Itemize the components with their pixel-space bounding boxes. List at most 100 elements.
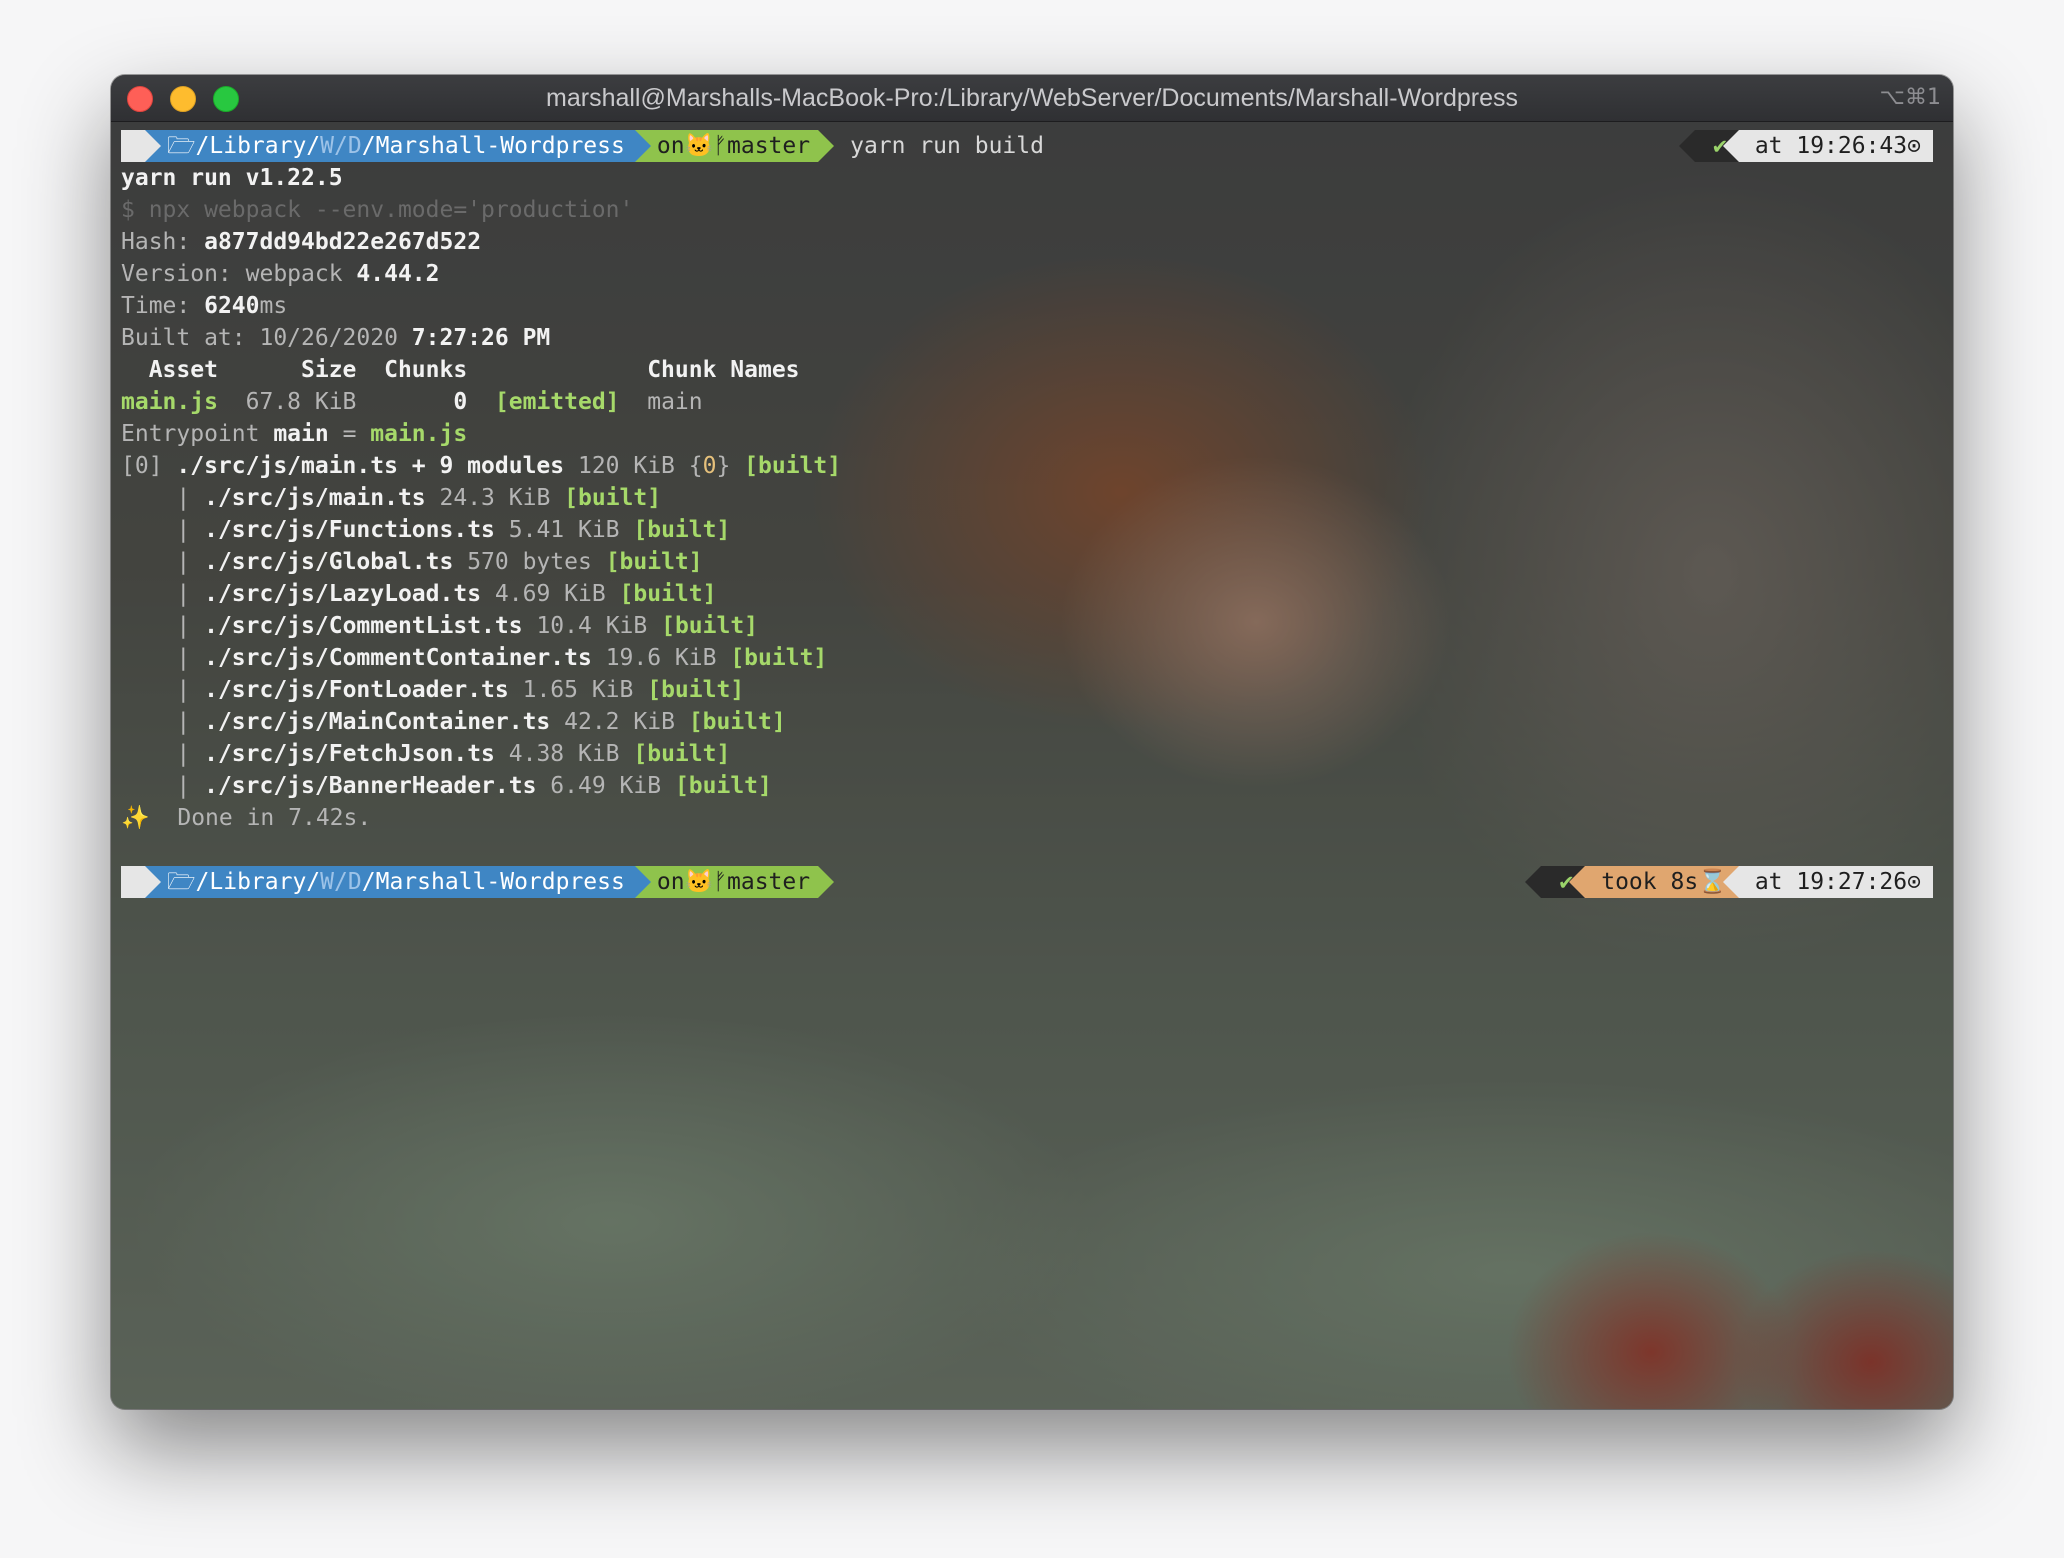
duration-segment: took 8s ⌛ [1585, 866, 1739, 898]
module-file: ./src/js/LazyLoad.ts [204, 581, 482, 607]
clock-icon: ⊙ [1907, 133, 1921, 159]
module-file-status: [built] [647, 677, 745, 703]
time-segment: at 19:27:26 ⊙ [1738, 866, 1933, 898]
module-file: ./src/js/CommentContainer.ts [204, 645, 592, 671]
module-file-size: 570 bytes [467, 549, 592, 575]
module-row: | ./src/js/BannerHeader.ts 6.49 KiB [bui… [121, 773, 772, 799]
prompt-line-2[interactable]: 🗁 /Library/W / D / Marshall-Wordpress on 🐱 ᚠ … [121, 866, 1933, 898]
segment-arrow [1722, 866, 1739, 898]
module-file-size: 10.4 KiB [536, 613, 648, 639]
path-abbrev-d: D [347, 133, 362, 159]
module-file-size: 1.65 KiB [522, 677, 634, 703]
asset-chunk-name: main [647, 389, 703, 415]
github-icon: 🐱 [684, 869, 714, 895]
took-time: took 8s [1601, 869, 1699, 895]
module-file-size: 4.38 KiB [508, 741, 620, 767]
asset-row: main.js 67.8 KiB 0 [emitted] main [121, 386, 1933, 418]
path-sep: / [334, 133, 348, 159]
module-close: } [716, 453, 745, 479]
module-file: ./src/js/FontLoader.ts [204, 677, 509, 703]
entry-main: main [273, 421, 329, 447]
minimize-button[interactable] [170, 86, 196, 112]
path-dir: Marshall-Wordpress [375, 869, 625, 895]
branch-icon: ᚠ [713, 869, 727, 895]
segment-arrow [145, 866, 161, 898]
time-line: Time: 6240ms [121, 290, 1933, 322]
hash-label: Hash: [121, 229, 205, 255]
folder-icon: 🗁 [167, 133, 196, 159]
module-file-status: [built] [730, 645, 828, 671]
time-label: Time: [121, 293, 205, 319]
segment-arrow [634, 866, 651, 898]
module-chunk: 0 [702, 453, 717, 479]
module-size: 120 KiB { [564, 453, 703, 479]
module-row: | ./src/js/CommentContainer.ts 19.6 KiB … [121, 645, 828, 671]
entry-eq: = [328, 421, 371, 447]
segment-arrow [1722, 130, 1739, 162]
module-file-status: [built] [605, 549, 703, 575]
segment-arrow [634, 130, 651, 162]
module-file-status: [built] [564, 485, 662, 511]
sparkles-icon: ✨ [121, 805, 150, 831]
version-line: Version: webpack 4.44.2 [121, 258, 1933, 290]
asset-table-header: Asset Size Chunks Chunk Names [121, 357, 800, 383]
path-root: /Library/ [195, 133, 321, 159]
segment-arrow [818, 866, 835, 898]
done-text: Done in 7.42s. [177, 805, 372, 831]
module-row: | ./src/js/FontLoader.ts 1.65 KiB [built… [121, 677, 745, 703]
module-file-status: [built] [633, 517, 731, 543]
module-file-size: 42.2 KiB [564, 709, 675, 735]
module-file: ./src/js/main.ts [204, 485, 426, 511]
time-segment: at 19:26:43 ⊙ [1738, 130, 1933, 162]
module-file: ./src/js/Global.ts [204, 549, 454, 575]
yarn-version-line: yarn run v1.22.5 [121, 165, 343, 191]
git-branch: master [727, 869, 811, 895]
module-file-status: [built] [619, 581, 717, 607]
module-row: | ./src/js/Global.ts 570 bytes [built] [121, 549, 703, 575]
version-value: 4.44.2 [356, 261, 440, 287]
hash-line: Hash: a877dd94bd22e267d522 [121, 226, 1933, 258]
git-on: on [656, 133, 685, 159]
prompt-line-1: 🗁 /Library/W / D / Marshall-Wordpress on 🐱 ᚠ … [121, 130, 1933, 162]
done-line: ✨ Done in 7.42s. [121, 802, 1933, 834]
module-file: ./src/js/Functions.ts [204, 517, 495, 543]
right-prompt-2: ✔ took 8s ⌛ at 19:27:26 ⊙ [1525, 866, 1933, 898]
git-segment: on 🐱 ᚠ master [634, 866, 819, 898]
asset-size: 67.8 KiB [217, 389, 454, 415]
path-dir: Marshall-Wordpress [375, 133, 625, 159]
git-on: on [656, 869, 685, 895]
prompt-time: at 19:26:43 [1754, 133, 1908, 159]
close-button[interactable] [127, 86, 153, 112]
command-text: yarn run build [850, 133, 1044, 159]
asset-emitted: [emitted] [494, 389, 620, 415]
segment-arrow [818, 130, 835, 162]
segment-arrow [1525, 866, 1542, 898]
module-file: ./src/js/FetchJson.ts [204, 741, 495, 767]
module-file-size: 24.3 KiB [439, 485, 551, 511]
asset-chunk: 0 [453, 389, 468, 415]
built-label: Built at: 10/26/2020 [121, 325, 412, 351]
npx-command-line: $ npx webpack --env.mode='production' [121, 197, 634, 223]
time-unit: ms [259, 293, 288, 319]
terminal-output: 🗁 /Library/W / D / Marshall-Wordpress on 🐱 ᚠ … [121, 130, 1933, 898]
zoom-button[interactable] [213, 86, 239, 112]
module-file-size: 19.6 KiB [605, 645, 717, 671]
asset-name: main.js [121, 389, 218, 415]
built-at-line: Built at: 10/26/2020 7:27:26 PM [121, 322, 1933, 354]
git-segment: on 🐱 ᚠ master [634, 130, 819, 162]
folder-icon: 🗁 [167, 869, 196, 895]
terminal-window: marshall@Marshalls-MacBook-Pro:/Library/… [111, 75, 1953, 1409]
terminal-content[interactable]: 🗁 /Library/W / D / Marshall-Wordpress on 🐱 ᚠ … [111, 122, 1953, 1409]
title-bar: marshall@Marshalls-MacBook-Pro:/Library/… [111, 75, 1953, 122]
segment-arrow [145, 130, 161, 162]
module-file-status: [built] [661, 613, 759, 639]
prompt-time: at 19:27:26 [1754, 869, 1908, 895]
module-row: | ./src/js/Functions.ts 5.41 KiB [built] [121, 517, 731, 543]
path-abbrev-d: D [347, 869, 362, 895]
entry-file: main.js [370, 421, 468, 447]
window-title: marshall@Marshalls-MacBook-Pro:/Library/… [546, 83, 1518, 112]
module-summary-line: [0] ./src/js/main.ts + 9 modules 120 KiB… [121, 450, 1933, 482]
module-file: ./src/js/CommentList.ts [204, 613, 523, 639]
path-abbrev-w: W [320, 869, 335, 895]
